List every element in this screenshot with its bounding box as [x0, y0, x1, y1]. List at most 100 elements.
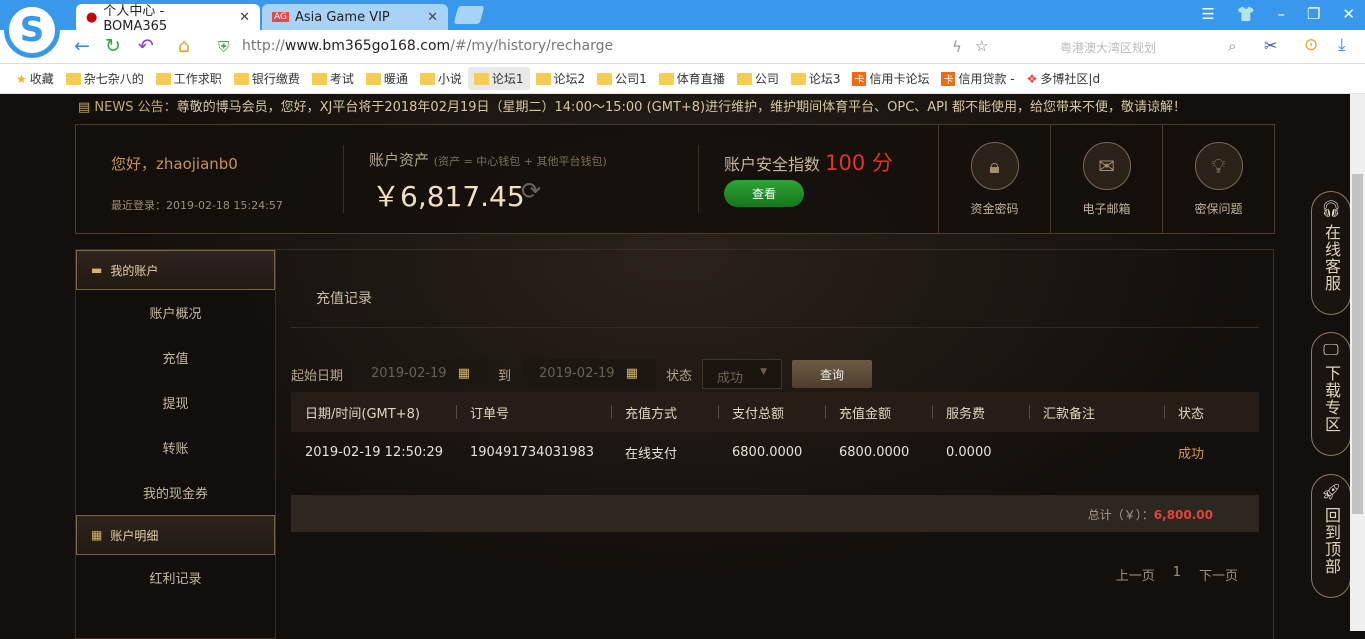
query-button[interactable]: 查询	[792, 360, 873, 388]
email-tile[interactable]: ✉ 电子邮箱	[1050, 125, 1162, 233]
star-icon[interactable]: ☆	[975, 37, 988, 55]
table-cell: 190491734031983	[470, 444, 595, 460]
scissors-icon[interactable]: ✂	[1264, 36, 1277, 55]
sidebar-item[interactable]: 红利记录	[76, 555, 275, 600]
page-content: ▤ NEWS 公告：尊敬的博马会员，您好，XJ平台将于2018年02月19日（星…	[0, 94, 1350, 639]
more-icon[interactable]: ⊙	[1304, 35, 1318, 55]
search-icon[interactable]: ⌕	[1228, 37, 1236, 55]
column-header: 状态	[1164, 403, 1259, 422]
sidebar-item[interactable]: 充值	[76, 335, 275, 380]
float-label: 回到顶部	[1322, 507, 1341, 575]
news-text: 尊敬的博马会员，您好，XJ平台将于2018年02月19日（星期二）14:00～1…	[176, 100, 1186, 115]
bookmark-item[interactable]: 公司	[731, 67, 785, 90]
envelope-icon: ✉	[1082, 141, 1131, 190]
refresh-icon[interactable]: ⟳	[521, 177, 541, 205]
bookmark-item[interactable]: 暖通	[360, 67, 414, 90]
sidebar-section-account-details[interactable]: ▦ 账户明细	[76, 515, 275, 555]
bookmark-item[interactable]: 论坛3	[785, 67, 847, 90]
close-tab-icon[interactable]: ✕	[427, 10, 438, 25]
prev-page[interactable]: 上一页	[1116, 565, 1155, 584]
download-area-button[interactable]: 🖵 下载专区	[1311, 332, 1351, 456]
bookmarks-bar: ★ 收藏 杂七杂八的 工作求职 银行缴费 考试 暖通 小说 论坛1 论坛2 公司1 体育直播 公司 论坛3…	[0, 64, 1365, 94]
lock-icon: 🔒︎	[970, 141, 1019, 190]
search-input[interactable]: 粤港澳大湾区规划	[1030, 36, 1250, 58]
tab-title: 个人中心 - BOMA365_	[103, 4, 174, 34]
lightning-icon[interactable]: ϟ	[952, 38, 962, 56]
restore-icon[interactable]: ❐	[1307, 5, 1320, 23]
bookmark-item[interactable]: 考试	[306, 67, 360, 90]
bookmark-item[interactable]: 卡信用卡论坛	[846, 67, 935, 90]
to-label: 到	[498, 368, 512, 384]
menu-icon[interactable]: ☰	[1201, 5, 1214, 23]
online-service-button[interactable]: 🎧︎ 在线客服	[1311, 191, 1351, 315]
folder-icon	[736, 72, 752, 85]
tab-active[interactable]: ● 个人中心 - BOMA365_ ✕	[76, 4, 260, 34]
close-tab-icon[interactable]: ✕	[239, 10, 250, 25]
scrollbar[interactable]	[1350, 94, 1365, 631]
download-icon[interactable]: ⤓	[1338, 35, 1346, 55]
bookmark-item[interactable]: 卡信用贷款 -	[935, 67, 1020, 90]
column-header: 充值金额	[825, 403, 932, 422]
card-icon: 卡	[852, 71, 867, 86]
account-summary: 您好，zhaojianb0 最近登录：2019-02-18 15:24:57 账…	[75, 124, 1275, 234]
table-cell: 0.0000	[946, 444, 992, 460]
url-input[interactable]: http://www.bm365go168.com/#/my/history/r…	[242, 38, 613, 54]
reload-icon[interactable]: ↻	[105, 35, 121, 57]
start-date-input[interactable]: 2019-02-19 ▦	[353, 359, 489, 389]
security-question-tile[interactable]: 💡︎ 密保问题	[1162, 125, 1274, 233]
browser-logo: S	[4, 2, 60, 58]
security-index: 账户安全指数 100 分	[724, 151, 893, 175]
table-row: 2019-02-19 12:50:29 190491734031983 在线支付 68…	[291, 432, 1259, 472]
column-header: 订单号	[456, 403, 611, 422]
sidebar-item[interactable]: 转账	[76, 425, 275, 470]
greeting: 您好，zhaojianb0	[111, 155, 238, 173]
calendar-icon[interactable]: ▦	[458, 366, 470, 382]
new-tab-button[interactable]	[453, 6, 485, 24]
tab-asia-game[interactable]: AG Asia Game VIP ✕	[262, 4, 448, 30]
back-icon[interactable]: ←	[74, 35, 90, 57]
next-page[interactable]: 下一页	[1199, 565, 1238, 584]
bookmark-item[interactable]: 体育直播	[653, 67, 731, 90]
rocket-icon: 🚀︎	[1320, 482, 1342, 501]
folder-icon	[311, 72, 327, 85]
view-button[interactable]: 查看	[724, 180, 804, 207]
assets-amount: ￥6,817.45	[372, 180, 525, 213]
fund-password-tile[interactable]: 🔒︎ 资金密码	[938, 125, 1050, 233]
total-value: 6,800.00	[1153, 508, 1213, 522]
news-tag: NEWS 公告：	[94, 100, 177, 115]
folder-icon	[155, 72, 171, 85]
site-favicon-icon: ●	[86, 9, 98, 25]
bookmark-item[interactable]: 公司1	[591, 67, 653, 90]
sidebar-item[interactable]: 账户概况	[76, 290, 275, 335]
current-page[interactable]: 1	[1173, 565, 1181, 584]
folder-icon	[365, 72, 381, 85]
browser-tab-bar: ● 个人中心 - BOMA365_ ✕ AG Asia Game VIP ✕ ☰ 👕 – ❐ ✕	[0, 0, 1365, 34]
bookmark-item[interactable]: ❖ 多博社区|d	[1021, 67, 1106, 90]
calendar-icon[interactable]: ▦	[626, 366, 638, 382]
page-title: 充值记录	[316, 291, 372, 307]
bookmark-item[interactable]: ★ 收藏	[10, 67, 60, 90]
bookmark-item[interactable]: 工作求职	[150, 67, 228, 90]
sidebar-item[interactable]: 我的现金券	[76, 470, 275, 515]
sidebar-section-my-account[interactable]: ▬ 我的账户	[76, 250, 275, 290]
start-date-label: 起始日期	[291, 368, 344, 384]
bookmark-item[interactable]: 杂七杂八的	[60, 67, 150, 90]
skin-icon[interactable]: 👕	[1237, 5, 1256, 23]
close-window-icon[interactable]: ✕	[1342, 5, 1355, 23]
status-select[interactable]: 成功 ▼	[702, 359, 783, 389]
table-cell: 2019-02-19 12:50:29	[305, 444, 444, 460]
bookmark-item[interactable]: 论坛1	[467, 67, 530, 90]
bookmark-item[interactable]: 论坛2	[530, 67, 592, 90]
folder-icon	[473, 72, 489, 85]
bookmark-item[interactable]: 银行缴费	[228, 67, 306, 90]
minimize-icon[interactable]: –	[1277, 5, 1285, 23]
back-to-top-button[interactable]: 🚀︎ 回到顶部	[1311, 474, 1351, 598]
home-icon[interactable]: ⌂	[178, 35, 190, 57]
sidebar-item[interactable]: 提现	[76, 380, 275, 425]
monitor-icon: 🖵	[1323, 340, 1339, 359]
end-date-input[interactable]: 2019-02-19 ▦	[521, 359, 657, 389]
undo-icon[interactable]: ↶	[138, 35, 154, 57]
bookmark-item[interactable]: 小说	[414, 67, 468, 90]
folder-icon	[233, 72, 249, 85]
address-bar: ← ↻ ↶ ⌂ ⛨ http://www.bm365go168.com/#/my…	[0, 30, 1365, 64]
